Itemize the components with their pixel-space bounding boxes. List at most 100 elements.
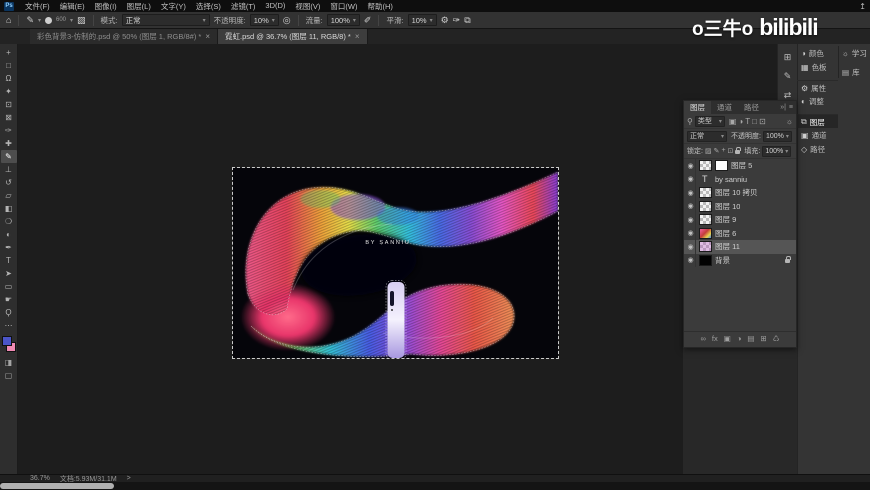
layer-thumbnail[interactable] [699, 174, 712, 185]
menu-item[interactable]: 文字(Y) [156, 1, 191, 12]
layer-name[interactable]: 图层 9 [715, 214, 736, 225]
layer-thumbnail[interactable] [699, 200, 712, 212]
tool-button[interactable]: T [1, 254, 17, 267]
layer-row[interactable]: ◉ 图层 10 [684, 199, 796, 213]
tool-button[interactable]: ▱ [1, 189, 17, 202]
lock-option-icon[interactable]: + [721, 147, 725, 155]
layer-thumbnail[interactable] [699, 241, 712, 253]
menu-item[interactable]: 帮助(H) [363, 1, 398, 12]
brush-tool-icon[interactable]: ✎ [26, 15, 34, 25]
layer-name[interactable]: 图层 6 [715, 228, 736, 239]
layer-row[interactable]: ◉ 图层 5 [684, 159, 796, 173]
layer-thumbnail[interactable] [699, 214, 712, 226]
lock-option-icon[interactable]: ✎ [714, 147, 720, 155]
visibility-eye-icon[interactable]: ◉ [686, 226, 696, 240]
tool-button[interactable]: ✒ [1, 241, 17, 254]
blend-mode-select[interactable]: 正常 ▾ [121, 14, 210, 26]
layer-row[interactable]: ◉ 图层 9 [684, 213, 796, 227]
share-icon[interactable]: ↥ [859, 2, 866, 11]
panel-tab[interactable]: ⚙ 属性 [797, 80, 838, 94]
visibility-eye-icon[interactable]: ◉ [686, 240, 696, 254]
layer-name[interactable]: by sanniu [715, 175, 747, 184]
tool-button[interactable]: ⊡ [1, 98, 17, 111]
symmetry-icon[interactable]: ⧉ [464, 15, 470, 25]
layer-row[interactable]: ◉ 背景 [684, 253, 796, 267]
tool-button[interactable]: ➤ [1, 267, 17, 280]
lock-all-icon[interactable] [735, 147, 741, 154]
menu-item[interactable]: 选择(S) [191, 1, 226, 12]
footer-icon[interactable]: ♺ [773, 334, 780, 343]
gear-icon[interactable]: ⚙ [441, 15, 449, 25]
status-chevron-icon[interactable]: > [127, 475, 131, 482]
foreground-color-swatch[interactable] [1, 336, 12, 346]
visibility-eye-icon[interactable]: ◉ [686, 159, 696, 173]
opacity-select[interactable]: 10% ▾ [249, 14, 279, 26]
close-icon[interactable]: × [205, 32, 210, 41]
layer-name[interactable]: 图层 10 [715, 201, 740, 212]
filter-kind-select[interactable]: 类型 ▾ [694, 115, 725, 127]
dock-icon[interactable]: ✎ [784, 71, 792, 82]
tool-button[interactable]: Ω [1, 72, 17, 85]
tool-button[interactable]: Ϙ [1, 306, 17, 319]
panel-tab[interactable]: ◑ 颜色 [797, 46, 838, 60]
dock-icon[interactable]: ⊞ [784, 52, 792, 63]
dock-item[interactable]: ▤ 库 [842, 67, 870, 78]
menu-item[interactable]: 编辑(E) [55, 1, 90, 12]
pressure-opacity-icon[interactable]: ◎ [283, 15, 291, 25]
panel-tab[interactable]: 图层 [684, 101, 711, 114]
screen-mode-icon[interactable]: ▢ [5, 371, 13, 380]
layer-thumbnail[interactable] [699, 187, 712, 199]
tool-button[interactable]: ▭ [1, 280, 17, 293]
layer-thumbnail[interactable] [699, 160, 712, 172]
tool-button[interactable]: ◧ [1, 202, 17, 215]
fill-select[interactable]: 100% ▾ [762, 145, 792, 157]
menu-item[interactable]: 滤镜(T) [226, 1, 261, 12]
layer-row[interactable]: ◉ 图层 11 [684, 240, 796, 254]
document-tab[interactable]: 霓虹.psd @ 36.7% (图层 11, RGB/8) * × [218, 29, 368, 44]
smoothing-select[interactable]: 10% ▾ [407, 14, 437, 26]
airbrush-icon[interactable]: ✐ [364, 15, 372, 25]
footer-icon[interactable]: ▣ [724, 334, 731, 343]
panel-tab[interactable]: ▦ 色板 [797, 60, 838, 74]
layer-name[interactable]: 图层 5 [731, 160, 752, 171]
layer-row[interactable]: ◉ 图层 6 [684, 226, 796, 240]
tool-button[interactable]: ◐ [1, 228, 17, 241]
dock-item[interactable]: ☼ 学习 [842, 48, 870, 59]
tool-button[interactable]: □ [1, 59, 17, 72]
layer-opacity-select[interactable]: 100% ▾ [762, 130, 792, 142]
layer-name[interactable]: 图层 10 拷贝 [715, 187, 758, 198]
collapse-panel-icon[interactable]: »| [780, 104, 786, 111]
tool-button[interactable]: ✦ [1, 85, 17, 98]
filter-type-icon[interactable]: □ [752, 117, 757, 126]
tool-button[interactable]: ✚ [1, 137, 17, 150]
lock-option-icon[interactable]: ▨ [705, 147, 712, 155]
menu-item[interactable]: 图层(L) [122, 1, 156, 12]
filter-type-icon[interactable]: ▣ [729, 117, 737, 126]
home-icon[interactable]: ⌂ [6, 15, 11, 25]
panel-tab[interactable]: 路径 [738, 101, 765, 114]
panel-tab[interactable]: ▣ 通道 [797, 128, 838, 142]
panel-tab[interactable]: ◇ 路径 [797, 142, 838, 156]
chevron-down-icon[interactable]: ▾ [38, 17, 41, 24]
tool-button[interactable]: ↺ [1, 176, 17, 189]
menu-item[interactable]: 文件(F) [20, 1, 55, 12]
search-icon[interactable]: ⚲ [687, 117, 693, 126]
panel-tab[interactable]: ◐ 调整 [797, 94, 838, 108]
toggle-brush-panel-icon[interactable]: ▨ [77, 15, 86, 25]
layer-row[interactable]: ◉ 图层 10 拷贝 [684, 186, 796, 200]
footer-icon[interactable]: ⊞ [760, 334, 766, 343]
filter-toggle-icon[interactable]: ☼ [786, 117, 793, 126]
brush-preset-icon[interactable] [45, 16, 52, 24]
panel-tab[interactable]: 通道 [711, 101, 738, 114]
visibility-eye-icon[interactable]: ◉ [686, 213, 696, 227]
menu-item[interactable]: 窗口(W) [325, 1, 362, 12]
footer-icon[interactable]: ∞ [701, 334, 706, 343]
lock-option-icon[interactable]: ⊡ [728, 147, 734, 155]
edit-toolbar-icon[interactable]: ⋯ [5, 321, 13, 330]
layer-mask-thumbnail[interactable] [715, 160, 728, 172]
filter-type-icon[interactable]: ◑ [738, 117, 743, 126]
close-icon[interactable]: × [355, 32, 360, 41]
menu-item[interactable]: 3D(D) [260, 1, 290, 12]
filter-type-icon[interactable]: ⊡ [759, 117, 766, 126]
pressure-size-icon[interactable]: ✑ [453, 15, 461, 25]
